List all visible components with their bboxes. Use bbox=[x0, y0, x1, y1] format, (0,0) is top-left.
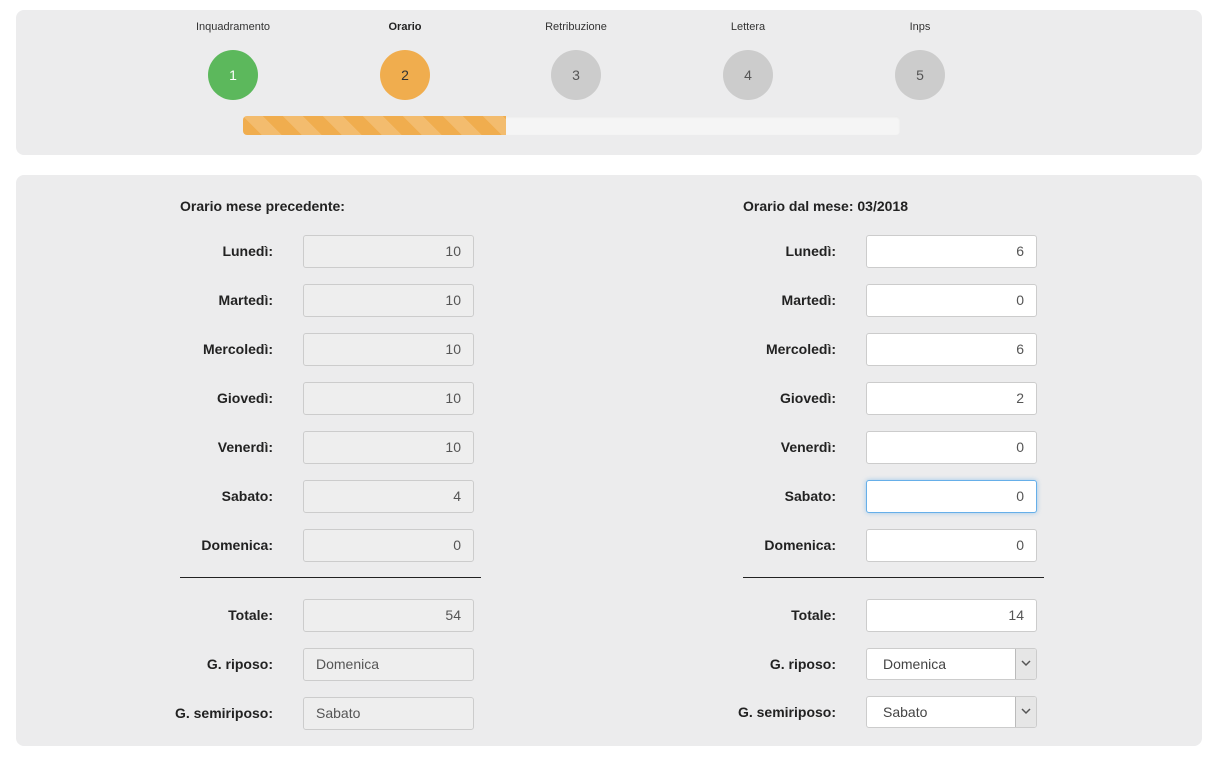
orario-form-panel: Orario mese precedente: Lunedì: 10 Marte… bbox=[16, 175, 1202, 746]
prev-semiriposo-label: G. semiriposo: bbox=[174, 705, 273, 721]
cur-giovedi-label: Giovedì: bbox=[779, 390, 836, 406]
cur-riposo-select-value: Domenica bbox=[883, 656, 947, 672]
step-circle[interactable]: 1 bbox=[208, 50, 258, 100]
prev-martedi-field: 10 bbox=[303, 284, 474, 317]
cur-martedi-label: Martedì: bbox=[781, 292, 836, 308]
prev-giovedi-label: Giovedì: bbox=[216, 390, 273, 406]
cur-total-divider bbox=[743, 577, 1044, 578]
cur-sabato-input[interactable]: 0 bbox=[866, 480, 1037, 513]
prev-mercoledi-label: Mercoledì: bbox=[202, 341, 273, 357]
cur-martedi-input[interactable]: 0 bbox=[866, 284, 1037, 317]
prev-sabato-label: Sabato: bbox=[221, 488, 273, 504]
cur-totale-field: 14 bbox=[866, 599, 1037, 632]
prev-domenica-label: Domenica: bbox=[201, 537, 273, 553]
step-label: Orario bbox=[388, 21, 422, 33]
step-circle[interactable]: 2 bbox=[380, 50, 430, 100]
prev-venerdi-label: Venerdì: bbox=[217, 439, 273, 455]
step-circle[interactable]: 5 bbox=[895, 50, 945, 100]
cur-riposo-label: G. riposo: bbox=[769, 656, 836, 672]
prev-lunedi-field: 10 bbox=[303, 235, 474, 268]
cur-mercoledi-input[interactable]: 6 bbox=[866, 333, 1037, 366]
prev-riposo-field: Domenica bbox=[303, 648, 474, 681]
cur-lunedi-label: Lunedì: bbox=[785, 243, 836, 259]
progress-bar bbox=[243, 116, 900, 135]
prev-venerdi-field: 10 bbox=[303, 431, 474, 464]
cur-domenica-input[interactable]: 0 bbox=[866, 529, 1037, 562]
prev-totale-label: Totale: bbox=[228, 607, 273, 623]
wizard-panel: Inquadramento 1 Orario 2 Retribuzione 3 … bbox=[16, 10, 1202, 155]
step-label: Inquadramento bbox=[196, 21, 270, 33]
cur-giovedi-input[interactable]: 2 bbox=[866, 382, 1037, 415]
cur-semiriposo-select[interactable]: Sabato bbox=[866, 696, 1037, 728]
step-circle[interactable]: 3 bbox=[551, 50, 601, 100]
cur-sabato-label: Sabato: bbox=[784, 488, 836, 504]
prev-lunedi-label: Lunedì: bbox=[222, 243, 273, 259]
prev-sabato-field: 4 bbox=[303, 480, 474, 513]
prev-semiriposo-field: Sabato bbox=[303, 697, 474, 730]
step-label: Inps bbox=[909, 21, 931, 33]
step-label: Lettera bbox=[730, 21, 766, 33]
prev-martedi-label: Martedì: bbox=[218, 292, 273, 308]
chevron-down-icon[interactable] bbox=[1015, 697, 1036, 727]
cur-mercoledi-label: Mercoledì: bbox=[765, 341, 836, 357]
prev-domenica-field: 0 bbox=[303, 529, 474, 562]
cur-venerdi-input[interactable]: 0 bbox=[866, 431, 1037, 464]
cur-domenica-label: Domenica: bbox=[764, 537, 836, 553]
cur-venerdi-label: Venerdì: bbox=[780, 439, 836, 455]
prev-giovedi-field: 10 bbox=[303, 382, 474, 415]
prev-mercoledi-field: 10 bbox=[303, 333, 474, 366]
progress-bar-fill bbox=[243, 116, 506, 135]
prev-total-divider bbox=[180, 577, 481, 578]
cur-riposo-select[interactable]: Domenica bbox=[866, 648, 1037, 680]
prev-totale-field: 54 bbox=[303, 599, 474, 632]
prev-riposo-label: G. riposo: bbox=[206, 656, 273, 672]
current-schedule-title: Orario dal mese: 03/2018 bbox=[743, 198, 908, 214]
step-circle[interactable]: 4 bbox=[723, 50, 773, 100]
cur-totale-label: Totale: bbox=[791, 607, 836, 623]
cur-semiriposo-label: G. semiriposo: bbox=[737, 704, 836, 720]
cur-lunedi-input[interactable]: 6 bbox=[866, 235, 1037, 268]
step-label: Retribuzione bbox=[545, 21, 607, 33]
chevron-down-icon[interactable] bbox=[1015, 649, 1036, 679]
cur-semiriposo-select-value: Sabato bbox=[883, 704, 928, 720]
previous-schedule-title: Orario mese precedente: bbox=[180, 198, 345, 214]
